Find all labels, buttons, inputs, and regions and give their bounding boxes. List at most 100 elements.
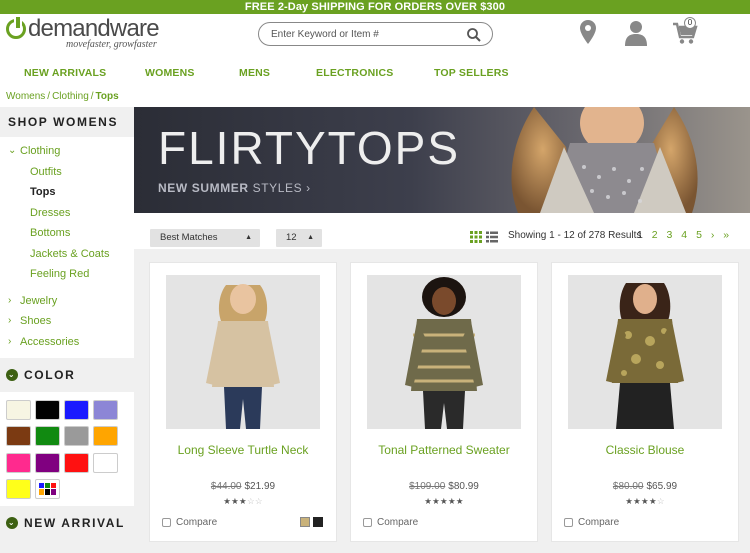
logo-tagline: movefaster, growfaster — [66, 39, 157, 50]
color-refinement-toggle[interactable]: ⌄ COLOR — [0, 358, 134, 392]
breadcrumb-separator: / — [90, 91, 94, 102]
page-size-value: 12 — [286, 232, 297, 243]
star-icon: ★ — [223, 496, 232, 506]
product-swatch-tan[interactable] — [300, 517, 310, 527]
color-swatch[interactable] — [64, 452, 89, 473]
page-current: 1 — [637, 229, 643, 241]
search-icon[interactable] — [466, 27, 482, 43]
page-link[interactable]: 2 — [652, 229, 658, 241]
category-banner[interactable]: FLIRTYTOPS NEW SUMMER STYLES › — [134, 107, 750, 213]
compare-checkbox[interactable]: Compare — [564, 517, 619, 528]
new-arrival-refinement-toggle[interactable]: ⌄ NEW ARRIVAL — [0, 506, 134, 540]
color-swatches — [0, 392, 134, 506]
star-icon: ★ — [231, 496, 240, 506]
product-price: $44.00 $21.99 — [150, 481, 336, 492]
user-icon[interactable] — [624, 20, 648, 46]
banner-subtitle: NEW SUMMER STYLES › — [158, 181, 311, 195]
sale-price: $65.99 — [646, 481, 678, 492]
star-icon: ★ — [633, 496, 642, 506]
site-logo[interactable]: demandware movefaster, growfaster — [6, 17, 160, 50]
cart-button[interactable]: 0 — [672, 17, 702, 50]
star-icon: ★ — [447, 496, 456, 506]
page-link[interactable]: 4 — [681, 229, 687, 241]
sidebar-title: SHOP WOMENS — [8, 115, 119, 129]
site-header: demandware movefaster, growfaster 0 — [0, 14, 750, 60]
compare-label: Compare — [377, 517, 419, 528]
color-swatch-multicolor[interactable] — [35, 478, 60, 499]
sort-value: Best Matches — [160, 232, 218, 243]
category-shoes[interactable]: › Shoes — [0, 311, 134, 332]
list-view-icon[interactable] — [486, 231, 498, 243]
product-tile: Tonal Patterned Sweater $109.00 $80.99 ★★… — [351, 263, 537, 541]
banner-model-image — [511, 107, 698, 213]
nav-top-sellers[interactable]: TOP SELLERS — [434, 67, 509, 79]
grid-view-icon[interactable] — [470, 231, 482, 243]
category-accessories[interactable]: › Accessories — [0, 332, 134, 353]
subcategory-feeling-red[interactable]: Feeling Red — [0, 264, 134, 285]
color-swatch[interactable] — [64, 426, 89, 447]
color-swatch[interactable] — [6, 426, 31, 447]
subcategory-bottoms[interactable]: Bottoms — [0, 223, 134, 244]
subcategory-dresses[interactable]: Dresses — [0, 203, 134, 224]
results-count: Showing 1 - 12 of 278 Results — [508, 230, 642, 241]
next-page-button[interactable]: › — [711, 229, 715, 241]
chevron-down-icon: ⌄ — [6, 369, 18, 381]
color-swatch[interactable] — [93, 452, 118, 473]
rating-stars: ★★★★☆ — [552, 496, 738, 507]
sidebar: SHOP WOMENS ⌄ Clothing Outfits Tops Dres… — [0, 107, 134, 553]
product-swatch-black[interactable] — [313, 517, 323, 527]
sort-select[interactable]: Best Matches ▲ — [150, 229, 260, 247]
compare-label: Compare — [176, 517, 218, 528]
last-page-button[interactable]: » — [723, 229, 729, 241]
banner-sub-light: STYLES › — [248, 181, 311, 195]
subcategory-tops[interactable]: Tops — [0, 182, 134, 203]
nav-electronics[interactable]: ELECTRONICS — [316, 67, 393, 79]
product-name[interactable]: Classic Blouse — [552, 443, 738, 457]
standard-price: $44.00 — [210, 481, 242, 492]
nav-womens[interactable]: WOMENS — [145, 67, 195, 79]
checkbox-icon — [363, 518, 372, 527]
product-tile: Long Sleeve Turtle Neck $44.00 $21.99 ★★★… — [150, 263, 336, 541]
page-size-select[interactable]: 12 ▲ — [276, 229, 322, 247]
product-name[interactable]: Tonal Patterned Sweater — [351, 443, 537, 457]
standard-price: $80.00 — [612, 481, 644, 492]
page-link[interactable]: 3 — [667, 229, 673, 241]
color-swatch[interactable] — [35, 452, 60, 473]
page-link[interactable]: 5 — [696, 229, 702, 241]
chevron-down-icon: ⌄ — [8, 145, 17, 156]
color-swatch[interactable] — [6, 478, 31, 499]
category-label: Accessories — [20, 335, 80, 348]
star-icon: ★ — [641, 496, 649, 506]
nav-new-arrivals[interactable]: NEW ARRIVALS — [24, 67, 106, 79]
star-icon: ☆ — [246, 496, 255, 506]
star-icon: ★ — [648, 496, 657, 506]
product-image[interactable] — [166, 275, 320, 429]
power-icon — [6, 17, 26, 39]
category-panel: ⌄ Clothing Outfits Tops Dresses Bottoms … — [0, 137, 134, 358]
compare-checkbox[interactable]: Compare — [363, 517, 418, 528]
color-heading: COLOR — [24, 368, 76, 382]
nav-mens[interactable]: MENS — [239, 67, 270, 79]
search-input[interactable] — [271, 28, 461, 41]
breadcrumb-clothing[interactable]: Clothing — [52, 91, 89, 102]
color-swatch[interactable] — [35, 426, 60, 447]
star-icon: ★ — [440, 496, 448, 506]
color-swatch[interactable] — [93, 426, 118, 447]
color-swatch[interactable] — [64, 400, 89, 420]
color-swatch[interactable] — [6, 452, 31, 473]
location-pin-icon[interactable] — [580, 20, 596, 44]
color-swatch[interactable] — [6, 400, 31, 420]
product-grid: Long Sleeve Turtle Neck $44.00 $21.99 ★★★… — [134, 249, 750, 553]
category-jewelry[interactable]: › Jewelry — [0, 291, 134, 312]
compare-checkbox[interactable]: Compare — [162, 517, 217, 528]
product-name[interactable]: Long Sleeve Turtle Neck — [150, 443, 336, 457]
subcategory-jackets-coats[interactable]: Jackets & Coats — [0, 244, 134, 265]
color-swatch[interactable] — [93, 400, 118, 420]
product-image[interactable] — [568, 275, 722, 429]
product-image[interactable] — [367, 275, 521, 429]
promo-bar: FREE 2-Day SHIPPING FOR ORDERS OVER $300 — [0, 0, 750, 14]
color-swatch[interactable] — [35, 400, 60, 420]
category-clothing[interactable]: ⌄ Clothing — [0, 141, 134, 162]
breadcrumb-womens[interactable]: Womens — [6, 91, 45, 102]
subcategory-outfits[interactable]: Outfits — [0, 162, 134, 183]
